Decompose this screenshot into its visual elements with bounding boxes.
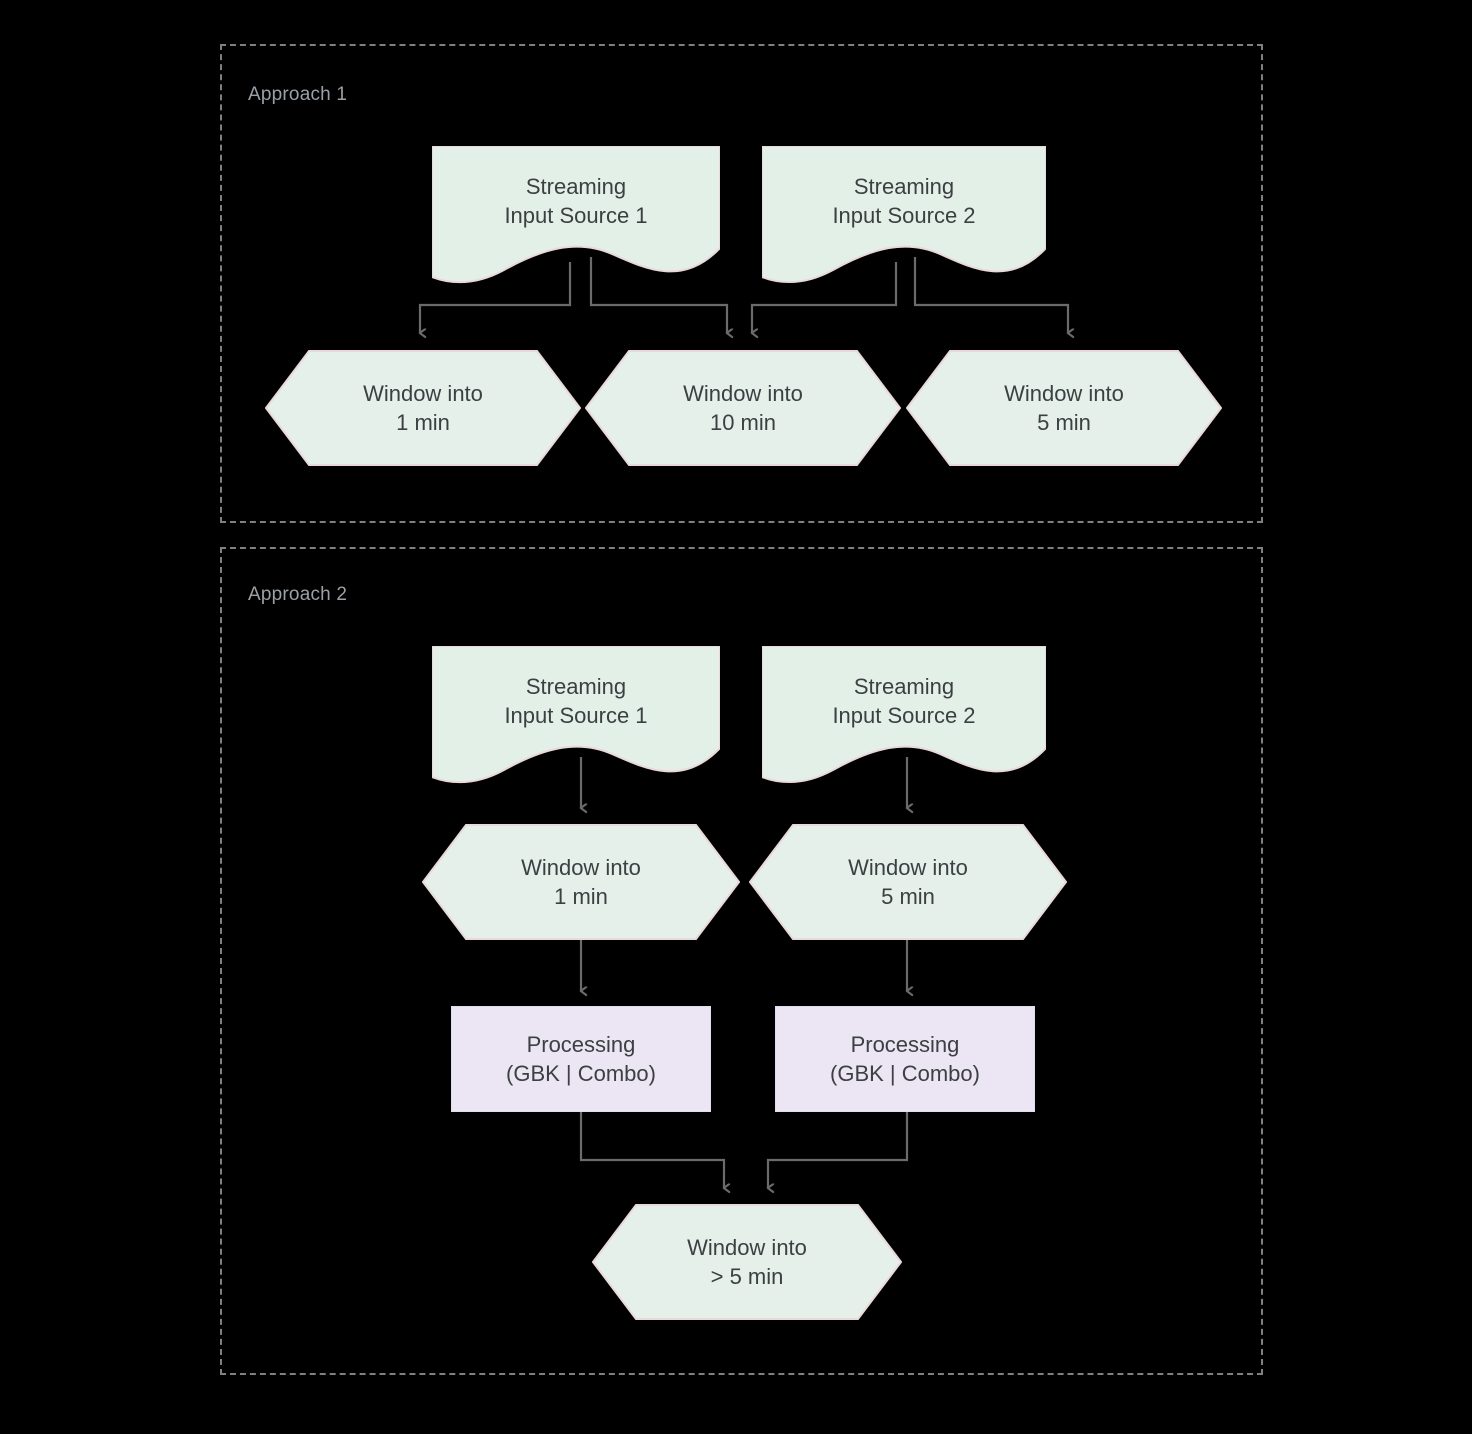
a2-window-into-5-min[interactable]: Window into 5 min: [749, 824, 1067, 940]
document-shape: [432, 146, 720, 284]
a2-streaming-input-source-2[interactable]: Streaming Input Source 2: [762, 646, 1046, 784]
hexagon-shape: [265, 350, 581, 466]
hexagon-shape: [749, 824, 1067, 940]
hexagon-shape: [422, 824, 740, 940]
a1-window-into-1-min[interactable]: Window into 1 min: [265, 350, 581, 466]
hexagon-shape: [585, 350, 901, 466]
diagram-canvas: Approach 1 Streaming Input Source 1 Stre…: [0, 0, 1472, 1434]
hexagon-shape: [592, 1204, 902, 1320]
a2-processing-1[interactable]: Processing (GBK | Combo): [451, 1006, 711, 1112]
node-line-1: Processing: [850, 1032, 960, 1057]
a1-streaming-input-source-2[interactable]: Streaming Input Source 2: [762, 146, 1046, 284]
a1-window-into-5-min[interactable]: Window into 5 min: [906, 350, 1222, 466]
a2-window-into-gt-5-min[interactable]: Window into > 5 min: [592, 1204, 902, 1320]
node-line-2: (GBK | Combo): [830, 1061, 980, 1086]
a2-processing-2[interactable]: Processing (GBK | Combo): [775, 1006, 1035, 1112]
node-line-2: (GBK | Combo): [506, 1061, 656, 1086]
a2-processing-1-label: Processing (GBK | Combo): [506, 1030, 656, 1088]
a2-streaming-input-source-1[interactable]: Streaming Input Source 1: [432, 646, 720, 784]
document-shape: [762, 646, 1046, 784]
a1-streaming-input-source-1[interactable]: Streaming Input Source 1: [432, 146, 720, 284]
hexagon-shape: [906, 350, 1222, 466]
a2-processing-2-label: Processing (GBK | Combo): [830, 1030, 980, 1088]
a2-window-into-1-min[interactable]: Window into 1 min: [422, 824, 740, 940]
document-shape: [432, 646, 720, 784]
a1-window-into-10-min[interactable]: Window into 10 min: [585, 350, 901, 466]
node-line-1: Processing: [526, 1032, 636, 1057]
document-shape: [762, 146, 1046, 284]
